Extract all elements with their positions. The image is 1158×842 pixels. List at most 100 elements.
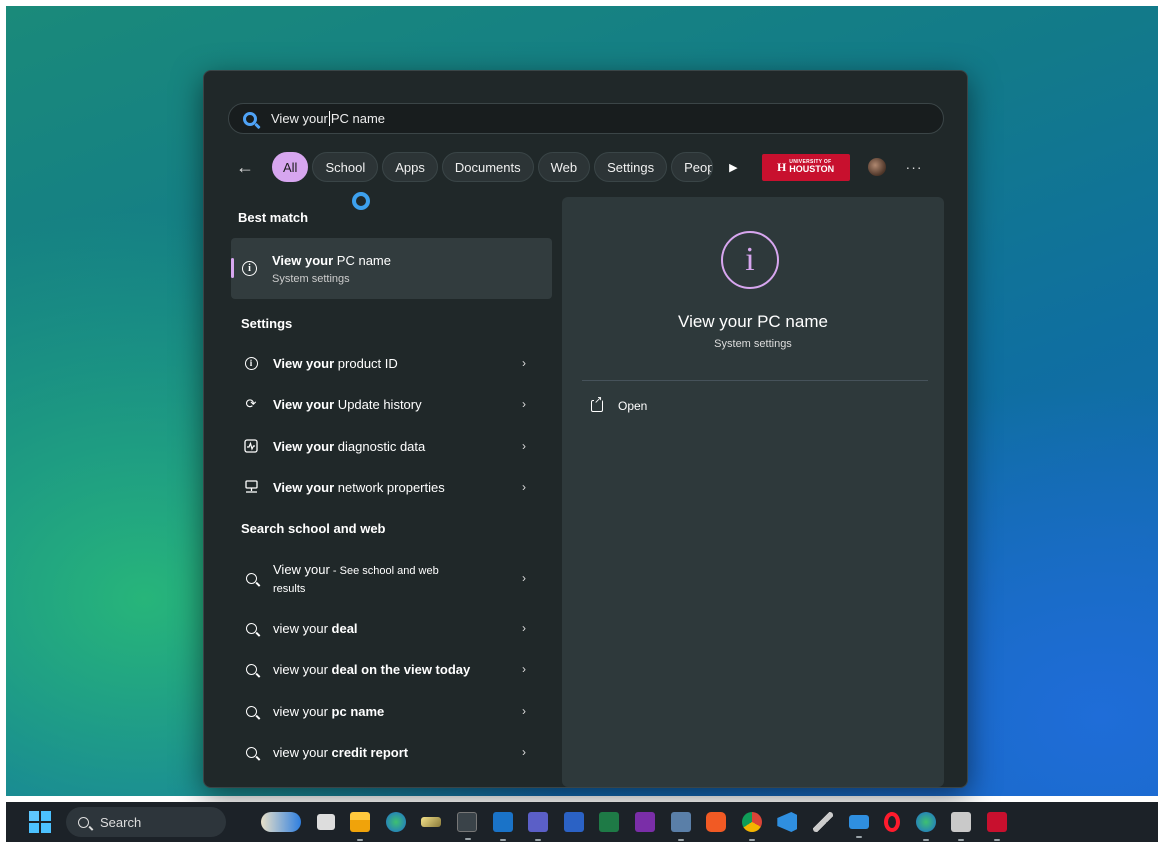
search-icon xyxy=(242,622,260,634)
chevron-right-icon: › xyxy=(522,745,526,759)
remote-icon[interactable] xyxy=(670,812,691,841)
settings-item-update-history[interactable]: ⟳ View your Update history › xyxy=(231,384,552,424)
item-bold: View your xyxy=(273,355,335,371)
taskbar-search-label: Search xyxy=(100,814,142,830)
web-first-line2: results xyxy=(273,582,306,595)
item-plain: view your xyxy=(273,703,332,719)
filter-apps[interactable]: Apps xyxy=(382,152,438,182)
preview-pane: i View your PC name System settings Open xyxy=(562,197,944,787)
filter-all[interactable]: All xyxy=(272,152,309,182)
terminal-icon[interactable] xyxy=(456,812,477,840)
file-explorer-icon[interactable] xyxy=(350,812,371,841)
info-icon: i xyxy=(242,356,260,370)
chevron-right-icon: › xyxy=(522,480,526,494)
item-rest: product ID xyxy=(334,355,398,371)
filter-school[interactable]: School xyxy=(312,152,379,182)
chevron-right-icon: › xyxy=(522,662,526,676)
uh-big-text: HOUSTON xyxy=(789,164,835,174)
web-result-deal[interactable]: view your deal › xyxy=(231,608,552,648)
back-arrow-icon[interactable]: ← xyxy=(232,157,258,178)
item-bold: View your xyxy=(273,479,335,495)
chrome-icon[interactable] xyxy=(741,812,762,841)
best-match-item[interactable]: i View your PC name System settings xyxy=(231,238,552,299)
play-icon[interactable]: ▶ xyxy=(729,161,737,174)
edge-icon[interactable] xyxy=(915,812,936,841)
search-web-heading: Search school and web xyxy=(241,521,386,536)
pencil-app-icon[interactable] xyxy=(421,817,442,827)
search-icon xyxy=(243,111,257,126)
excel-icon[interactable] xyxy=(599,812,620,832)
diagnostic-icon xyxy=(242,439,260,453)
onenote-icon[interactable] xyxy=(634,812,655,832)
search-icon xyxy=(78,816,89,828)
task-view-icon[interactable] xyxy=(316,814,335,830)
outlook-icon[interactable] xyxy=(492,812,513,841)
sync-icon: ⟳ xyxy=(245,396,257,411)
item-bold: deal on the view today xyxy=(331,661,471,677)
open-label: Open xyxy=(618,399,648,413)
chevron-right-icon: › xyxy=(522,439,526,453)
web-first-tail: - See school and web xyxy=(329,564,439,577)
word-icon[interactable] xyxy=(563,812,584,832)
settings-item-diagnostic-data[interactable]: View your diagnostic data › xyxy=(231,426,552,466)
filter-settings[interactable]: Settings xyxy=(594,152,668,182)
remote-desktop-icon[interactable] xyxy=(848,815,869,838)
best-match-title-bold: View your xyxy=(272,252,334,268)
info-icon: i xyxy=(242,261,257,276)
divider xyxy=(582,380,928,381)
item-rest: Update history xyxy=(334,396,422,412)
search-typed-text: View your xyxy=(271,111,328,126)
chevron-right-icon: › xyxy=(522,704,526,718)
windows-start-icon[interactable] xyxy=(29,811,51,833)
best-match-subtitle: System settings xyxy=(272,272,350,285)
copilot-icon[interactable] xyxy=(261,812,301,832)
web-result-see-results[interactable]: View your - See school and web results › xyxy=(231,556,552,600)
filter-people[interactable]: Peop xyxy=(671,152,714,182)
settings-item-product-id[interactable]: i View your product ID › xyxy=(231,343,552,383)
taskbar: Search xyxy=(6,802,1158,842)
filter-documents[interactable]: Documents xyxy=(441,152,534,182)
web-result-deal-view-today[interactable]: view your deal on the view today › xyxy=(231,649,552,689)
search-icon xyxy=(242,572,260,584)
chevron-right-icon: › xyxy=(522,571,526,585)
settings-item-network-properties[interactable]: View your network properties › xyxy=(231,467,552,507)
chevron-right-icon: › xyxy=(522,621,526,635)
pen-icon[interactable] xyxy=(812,812,833,832)
opera-icon[interactable] xyxy=(884,812,901,832)
search-input[interactable]: View your PC name xyxy=(228,103,944,134)
web-result-pc-name[interactable]: view your pc name › xyxy=(231,691,552,731)
avatar[interactable] xyxy=(867,158,886,176)
item-rest: network properties xyxy=(334,479,445,495)
acrobat-icon[interactable] xyxy=(986,812,1007,841)
web-first-main: View your xyxy=(273,561,330,577)
item-plain: view your xyxy=(273,744,332,760)
notepad-icon[interactable] xyxy=(951,812,972,841)
chevron-right-icon: › xyxy=(522,397,526,411)
open-external-icon xyxy=(591,395,603,412)
filter-bar: ← All School Apps Documents Web Settings… xyxy=(232,151,952,183)
best-match-title-rest: PC name xyxy=(333,252,391,268)
search-icon xyxy=(242,705,260,717)
network-icon xyxy=(242,480,260,494)
open-action[interactable]: Open xyxy=(591,395,648,413)
teams-icon[interactable] xyxy=(528,812,549,841)
web-result-credit-report[interactable]: view your credit report › xyxy=(231,732,552,772)
preview-title: View your PC name xyxy=(678,312,828,331)
selection-indicator xyxy=(231,258,234,278)
filter-web[interactable]: Web xyxy=(537,152,591,182)
brave-icon[interactable] xyxy=(706,812,727,832)
edge-dev-icon[interactable] xyxy=(385,812,406,832)
text-cursor xyxy=(328,111,330,126)
more-options-icon[interactable]: ··· xyxy=(906,159,923,175)
item-bold: deal xyxy=(331,620,358,636)
item-bold: View your xyxy=(273,438,335,454)
item-rest: diagnostic data xyxy=(334,438,426,454)
settings-heading: Settings xyxy=(241,316,293,331)
info-large-icon: i xyxy=(721,231,779,289)
cortana-ring-icon xyxy=(352,192,370,210)
university-logo[interactable]: H UNIVERSITY OF HOUSTON xyxy=(761,153,850,181)
search-icon xyxy=(242,746,260,758)
taskbar-search[interactable]: Search xyxy=(66,807,226,837)
item-plain: view your xyxy=(273,661,332,677)
vscode-icon[interactable] xyxy=(777,812,798,832)
